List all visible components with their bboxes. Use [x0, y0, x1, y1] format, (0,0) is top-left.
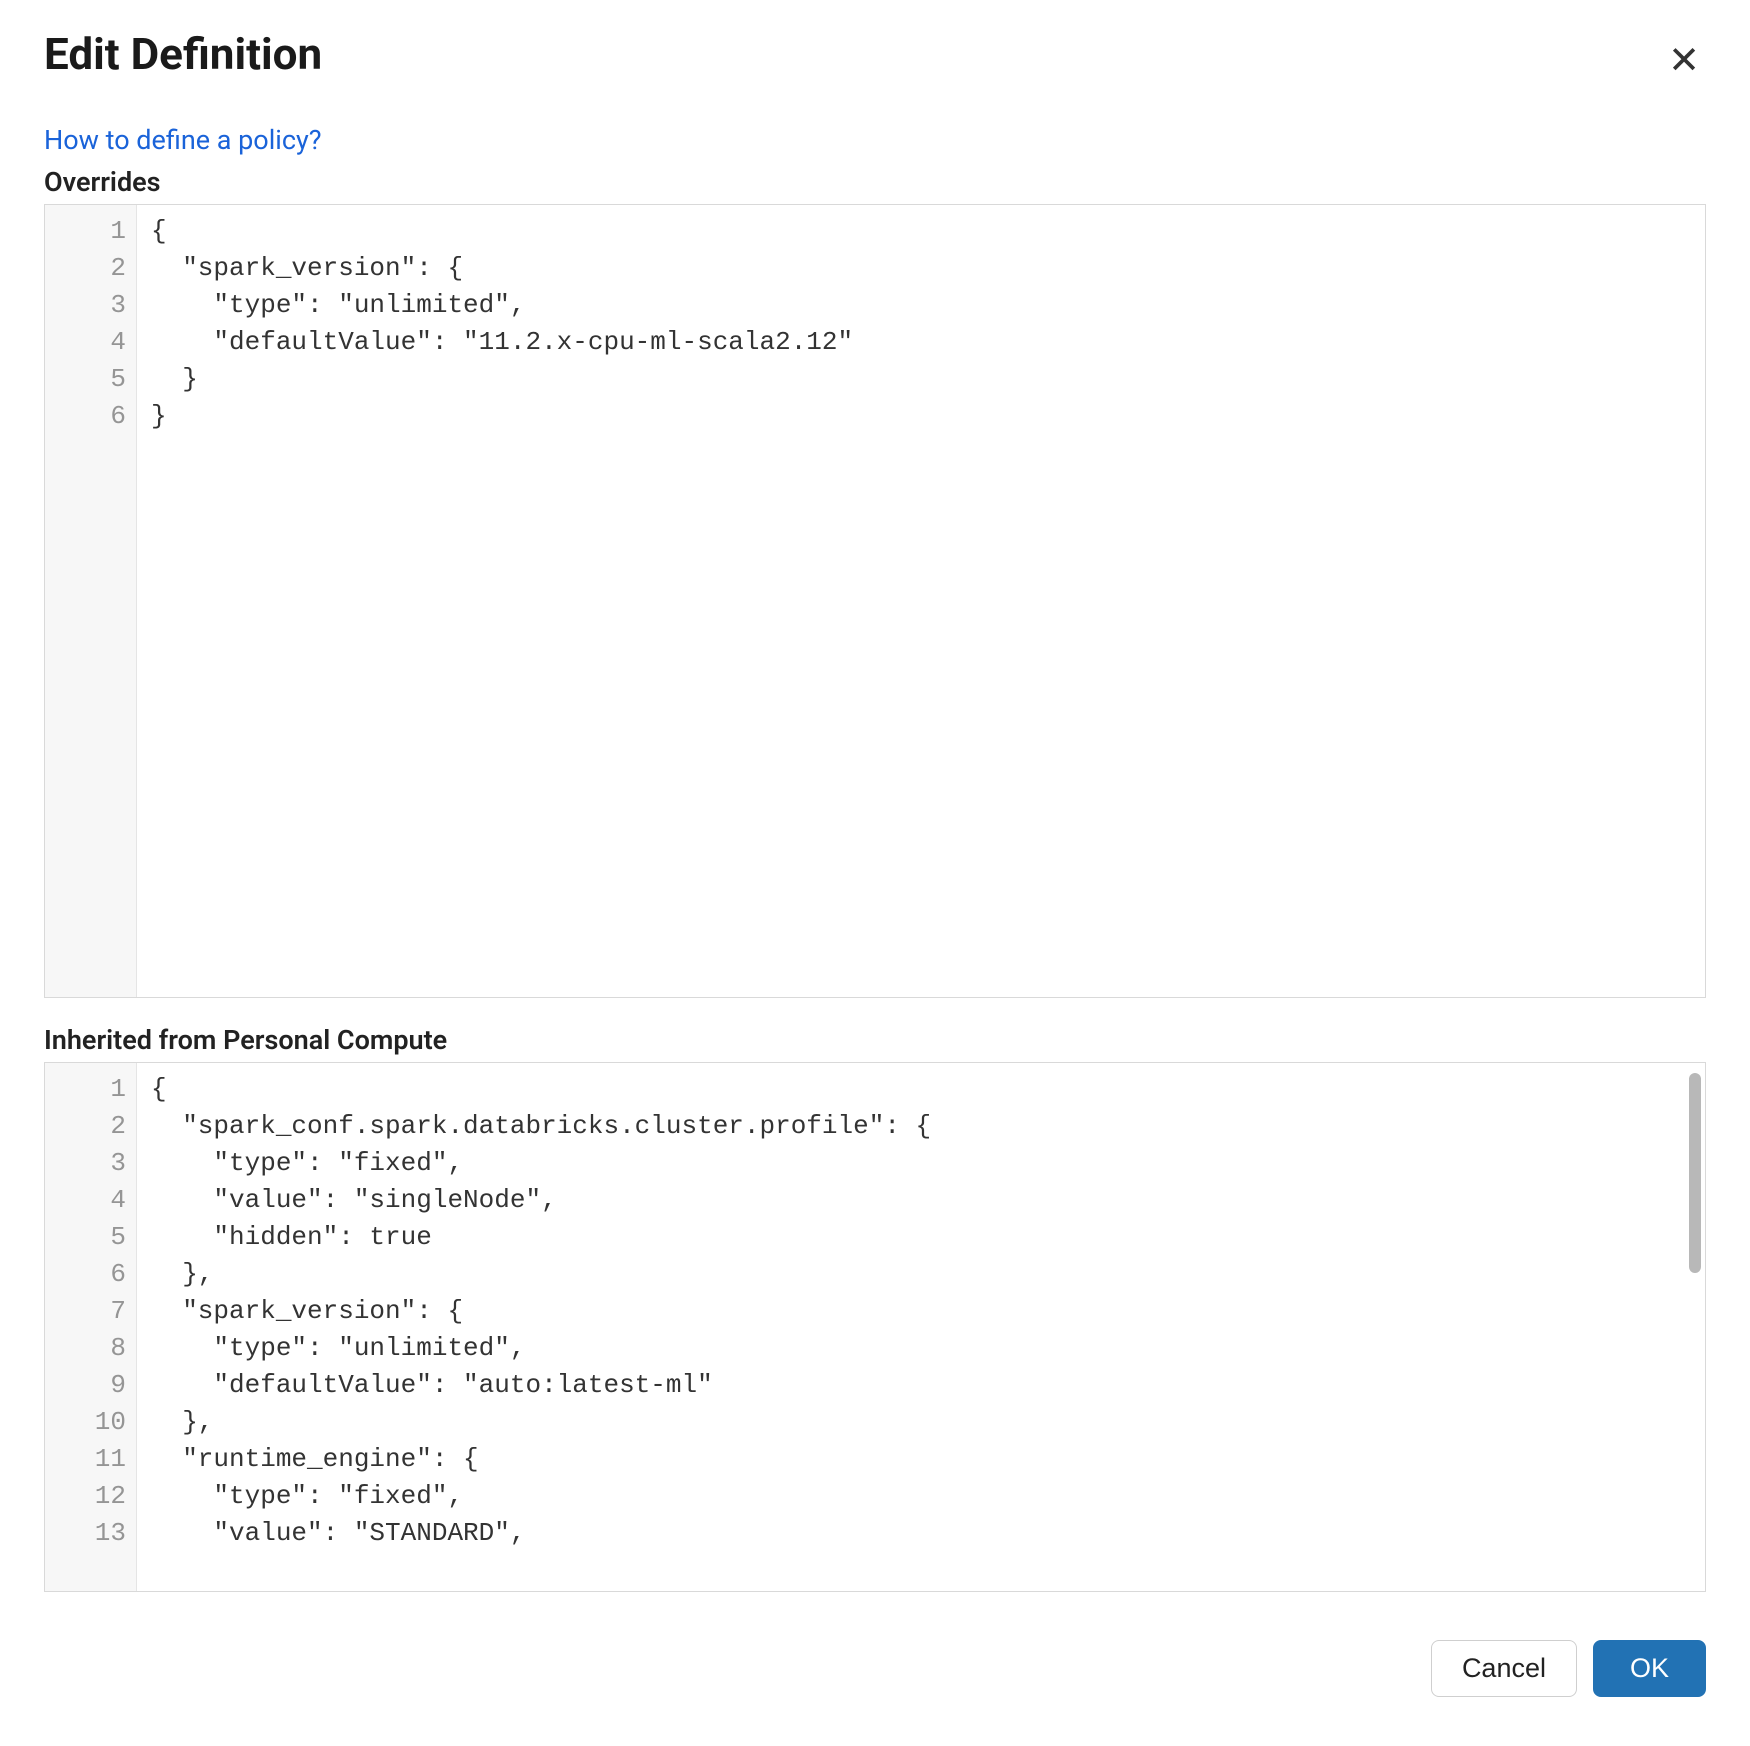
- dialog-header: Edit Definition ✕: [44, 30, 1706, 124]
- inherited-gutter: 12345678910111213: [45, 1063, 137, 1591]
- close-button[interactable]: ✕: [1662, 36, 1706, 86]
- ok-button[interactable]: OK: [1593, 1640, 1706, 1697]
- overrides-editor[interactable]: 123456 { "spark_version": { "type": "unl…: [44, 204, 1706, 998]
- close-icon: ✕: [1668, 40, 1700, 82]
- inherited-label: Inherited from Personal Compute: [44, 1024, 1706, 1056]
- overrides-label: Overrides: [44, 166, 1706, 198]
- overrides-gutter: 123456: [45, 205, 137, 997]
- inherited-scrollbar[interactable]: [1689, 1073, 1701, 1273]
- help-link[interactable]: How to define a policy?: [44, 124, 322, 156]
- overrides-code[interactable]: { "spark_version": { "type": "unlimited"…: [137, 205, 1705, 997]
- edit-definition-dialog: Edit Definition ✕ How to define a policy…: [0, 0, 1750, 1622]
- dialog-title: Edit Definition: [44, 30, 322, 78]
- inherited-editor: 12345678910111213 { "spark_conf.spark.da…: [44, 1062, 1706, 1592]
- dialog-footer: Cancel OK: [0, 1622, 1750, 1727]
- cancel-button[interactable]: Cancel: [1431, 1640, 1577, 1697]
- inherited-code: { "spark_conf.spark.databricks.cluster.p…: [137, 1063, 1705, 1591]
